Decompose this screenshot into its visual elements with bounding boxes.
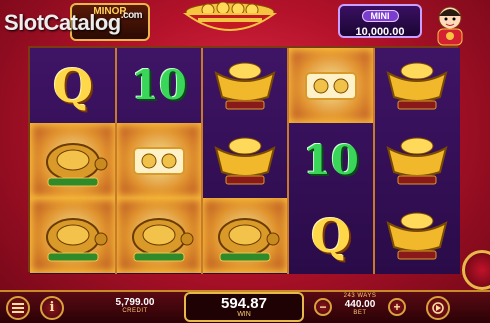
bet-decrease-button[interactable]: − bbox=[314, 298, 332, 316]
bet-increase-button[interactable]: + bbox=[388, 298, 406, 316]
reel-cell bbox=[374, 48, 460, 123]
watermark-main: SlotCatalog bbox=[4, 10, 121, 35]
reel-cell: Q bbox=[30, 48, 116, 123]
spin-button[interactable] bbox=[462, 250, 490, 290]
reel-cell: 10 bbox=[116, 48, 202, 123]
reel-divider bbox=[287, 48, 289, 274]
menu-icon bbox=[12, 303, 24, 313]
reel-cell: 10 bbox=[288, 123, 374, 198]
reel-cell bbox=[30, 198, 116, 273]
symbol-10: 10 bbox=[131, 62, 187, 109]
golden-turtle-icon bbox=[218, 217, 280, 261]
autoplay-button[interactable] bbox=[426, 296, 450, 320]
reel-cell bbox=[202, 48, 288, 123]
reel-4: 10 Q bbox=[288, 48, 374, 274]
reel-1: Q bbox=[30, 48, 116, 274]
golden-turtle-icon bbox=[46, 142, 108, 186]
reel-cell bbox=[116, 198, 202, 273]
reel-cell: Q bbox=[288, 198, 374, 273]
reel-grid: Q 10 10 Q bbox=[28, 46, 460, 274]
reel-2: 10 bbox=[116, 48, 202, 274]
win-display: 594.87 WIN bbox=[184, 292, 304, 322]
credit-display: 5,799.00 CREDIT bbox=[98, 297, 172, 314]
slotcatalog-watermark: SlotCatalog.com bbox=[4, 10, 143, 36]
reel-divider bbox=[373, 48, 375, 274]
golden-turtle-icon bbox=[46, 217, 108, 261]
reel-cell bbox=[116, 123, 202, 198]
reel-divider bbox=[115, 48, 117, 274]
reel-cell bbox=[30, 123, 116, 198]
menu-button[interactable] bbox=[6, 296, 30, 320]
reel-5 bbox=[374, 48, 460, 274]
symbol-10: 10 bbox=[303, 137, 359, 184]
watermark-suffix: .com bbox=[120, 10, 143, 21]
mini-jackpot-value: 10,000.00 bbox=[355, 26, 405, 38]
autoplay-icon bbox=[432, 302, 444, 314]
golden-turtle-icon bbox=[132, 217, 194, 261]
gold-ingot-icon bbox=[386, 137, 448, 184]
gold-ingot-icon bbox=[214, 137, 276, 184]
reel-cell bbox=[202, 123, 288, 198]
bet-display: 243 WAYS 440.00 BET bbox=[334, 293, 386, 316]
reel-cell bbox=[374, 123, 460, 198]
win-label: WIN bbox=[237, 311, 251, 318]
gold-bowl-icon bbox=[182, 2, 278, 31]
fortune-kid-mascot-icon bbox=[437, 6, 463, 46]
reel-cell bbox=[374, 198, 460, 273]
credit-value: 5,799.00 bbox=[115, 297, 155, 308]
win-value: 594.87 bbox=[221, 295, 267, 312]
gold-ingot-icon bbox=[386, 212, 448, 259]
symbol-q: Q bbox=[52, 58, 94, 113]
bet-label: BET bbox=[353, 310, 367, 316]
mini-jackpot-label: MINI bbox=[361, 10, 399, 22]
bet-value: 440.00 bbox=[344, 299, 376, 310]
lucky-coin-stamp-icon bbox=[133, 146, 185, 175]
top-bar: MINOR SlotCatalog.com MINI 10,000.00 bbox=[0, 0, 490, 48]
mini-jackpot-panel: MINI 10,000.00 bbox=[338, 4, 422, 38]
reel-cell bbox=[288, 48, 374, 123]
lucky-coin-stamp-icon bbox=[305, 71, 357, 100]
reel-3 bbox=[202, 48, 288, 274]
credit-label: CREDIT bbox=[122, 308, 148, 314]
reel-divider bbox=[201, 48, 203, 274]
gold-ingot-icon bbox=[386, 62, 448, 109]
symbol-q: Q bbox=[310, 208, 352, 263]
reel-cell bbox=[202, 198, 288, 273]
info-button[interactable]: i bbox=[40, 296, 64, 320]
gold-ingot-icon bbox=[214, 62, 276, 109]
